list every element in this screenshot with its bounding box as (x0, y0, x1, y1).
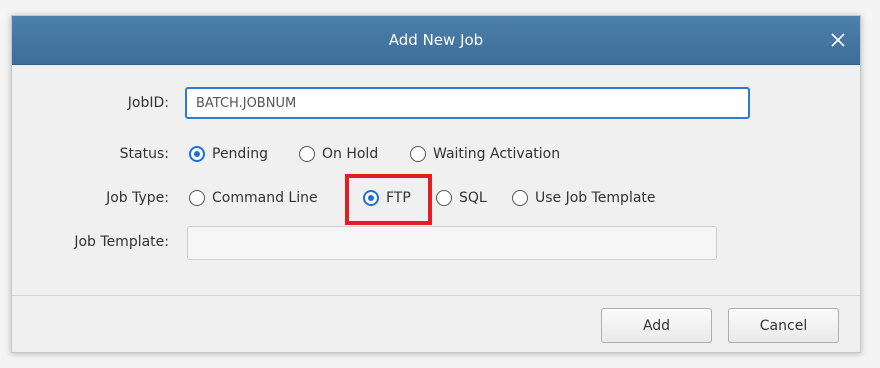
status-waiting-activation-radio[interactable]: Waiting Activation (410, 138, 560, 170)
job-type-use-job-template-radio[interactable]: Use Job Template (512, 182, 656, 214)
status-label: Status: (119, 146, 169, 162)
add-button[interactable]: Add (601, 308, 712, 343)
dialog-title: Add New Job (388, 31, 484, 49)
radio-checked-icon (189, 146, 205, 162)
job-type-sql-label: SQL (459, 190, 487, 206)
job-template-label: Job Template: (74, 234, 169, 250)
jobid-row: JobID: (12, 87, 860, 119)
status-row: Status: Pending On Hold Waiting Activati… (12, 138, 860, 170)
job-type-label: Job Type: (106, 190, 169, 206)
status-pending-label: Pending (212, 146, 268, 162)
cancel-button[interactable]: Cancel (728, 308, 839, 343)
job-type-row: Job Type: Command Line FTP SQL Use Job T… (12, 182, 860, 214)
footer-divider (12, 295, 860, 296)
radio-unchecked-icon (410, 146, 426, 162)
status-on-hold-label: On Hold (322, 146, 379, 162)
job-type-command-line-label: Command Line (212, 190, 318, 206)
add-new-job-dialog: Add New Job JobID: Status: Pending On Ho… (11, 15, 861, 353)
radio-unchecked-icon (189, 190, 205, 206)
radio-unchecked-icon (512, 190, 528, 206)
jobid-input[interactable] (185, 87, 750, 119)
ftp-highlight-box (345, 174, 432, 225)
job-type-sql-radio[interactable]: SQL (436, 182, 487, 214)
status-waiting-activation-label: Waiting Activation (433, 146, 561, 162)
status-on-hold-radio[interactable]: On Hold (299, 138, 378, 170)
radio-unchecked-icon (436, 190, 452, 206)
job-type-command-line-radio[interactable]: Command Line (189, 182, 318, 214)
status-pending-radio[interactable]: Pending (189, 138, 268, 170)
close-icon[interactable] (824, 26, 852, 54)
job-template-row: Job Template: (12, 226, 860, 260)
dialog-titlebar[interactable]: Add New Job (12, 16, 860, 65)
job-type-use-job-template-label: Use Job Template (535, 190, 656, 206)
jobid-label: JobID: (127, 95, 169, 111)
radio-unchecked-icon (299, 146, 315, 162)
job-template-field[interactable] (187, 226, 717, 260)
